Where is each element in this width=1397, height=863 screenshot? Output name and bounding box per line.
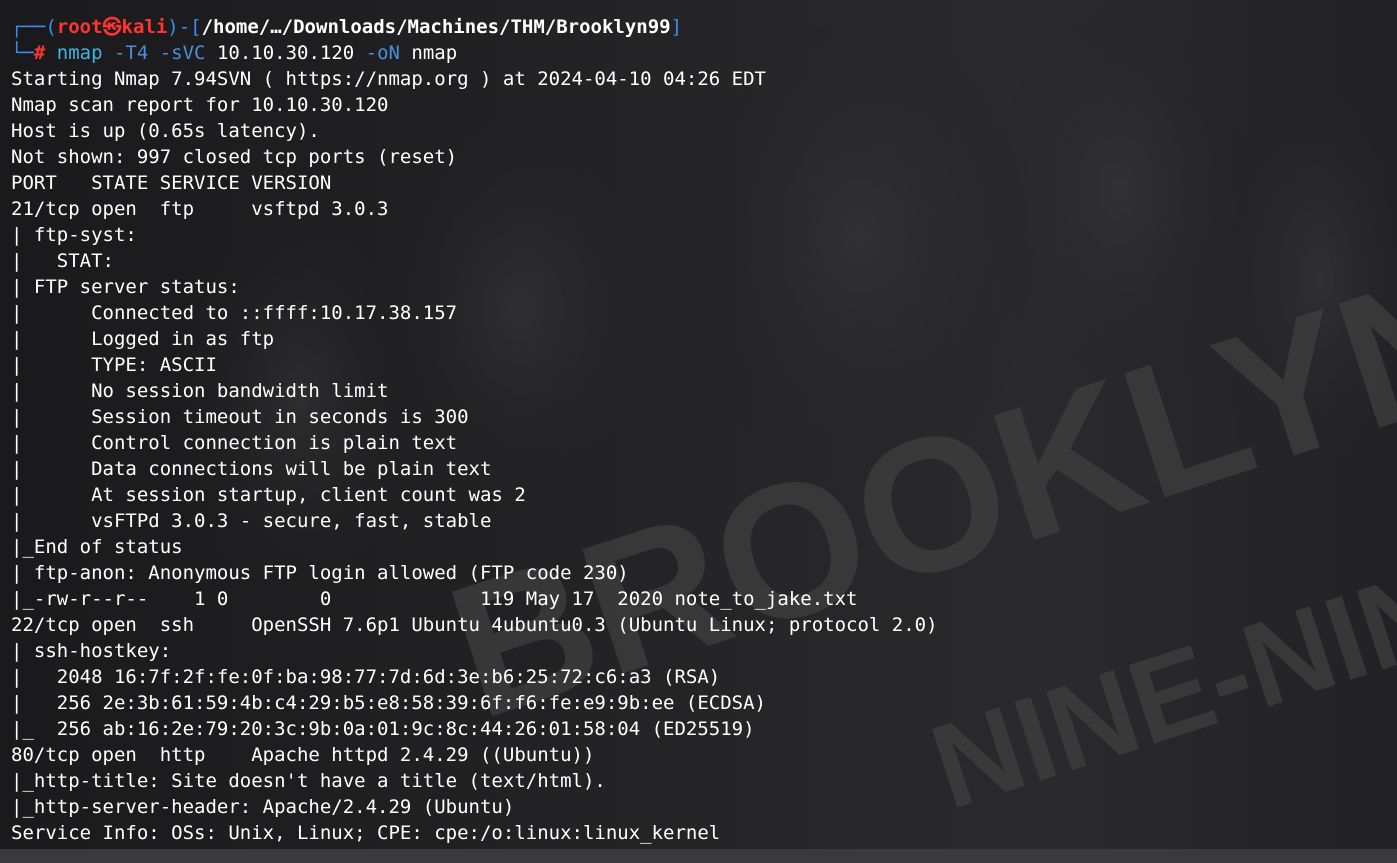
- prompt-frame-open: ┌──(: [11, 16, 57, 38]
- prompt-user: root㉿kali: [56, 16, 168, 38]
- terminal-output: ┌──(root㉿kali)-[/home/…/Downloads/Machin…: [11, 14, 938, 846]
- output-line: | vsFTPd 3.0.3 - secure, fast, stable: [11, 510, 492, 532]
- prompt-line-top: ┌──(root㉿kali)-[/home/…/Downloads/Machin…: [11, 14, 938, 40]
- partial-next-line: [0, 849, 1397, 863]
- output-line: | ftp-anon: Anonymous FTP login allowed …: [11, 562, 629, 584]
- prompt-frame-close: ]: [670, 16, 683, 38]
- output-line: |_http-title: Site doesn't have a title …: [11, 770, 606, 792]
- output-line: |_End of status: [11, 536, 183, 558]
- output-line: | 256 2e:3b:61:59:4b:c4:29:b5:e8:58:39:6…: [11, 692, 766, 714]
- output-line: | STAT:: [11, 250, 126, 272]
- output-line: 80/tcp open http Apache httpd 2.4.29 ((U…: [11, 744, 595, 766]
- prompt-frame-sep: )-[: [167, 16, 202, 38]
- output-line: PORT STATE SERVICE VERSION: [11, 172, 332, 194]
- output-line: | TYPE: ASCII: [11, 354, 217, 376]
- prompt-path: /home/…/Downloads/Machines/THM/Brooklyn9…: [201, 16, 671, 38]
- output-line: |_http-server-header: Apache/2.4.29 (Ubu…: [11, 796, 515, 818]
- output-line: | Logged in as ftp: [11, 328, 275, 350]
- output-line: | Session timeout in seconds is 300: [11, 406, 469, 428]
- terminal-window[interactable]: BROOKLYN NINE-NINE ┌──(root㉿kali)-[/home…: [0, 0, 1397, 863]
- output-line: |_-rw-r--r-- 1 0 0 119 May 17 2020 note_…: [11, 588, 858, 610]
- output-line: Starting Nmap 7.94SVN ( https://nmap.org…: [11, 68, 766, 90]
- output-line: 21/tcp open ftp vsftpd 3.0.3: [11, 198, 389, 220]
- command-name: nmap: [56, 42, 103, 64]
- output-line: | At session startup, client count was 2: [11, 484, 526, 506]
- prompt-line-command[interactable]: └─# nmap -T4 -sVC 10.10.30.120 -oN nmap: [11, 40, 938, 66]
- prompt-hash: #: [33, 42, 57, 64]
- output-line: | ssh-hostkey:: [11, 640, 183, 662]
- command-output-flag: -oN: [354, 42, 412, 64]
- output-line: Service Info: OSs: Unix, Linux; CPE: cpe…: [11, 822, 721, 844]
- output-line: | Control connection is plain text: [11, 432, 458, 454]
- output-line: 22/tcp open ssh OpenSSH 7.6p1 Ubuntu 4ub…: [11, 614, 938, 636]
- output-line: Not shown: 997 closed tcp ports (reset): [11, 146, 458, 168]
- output-line: | 2048 16:7f:2f:fe:0f:ba:98:77:7d:6d:3e:…: [11, 666, 721, 688]
- output-line: | ftp-syst:: [11, 224, 149, 246]
- prompt-frame-corner: └─: [11, 42, 34, 64]
- output-line: | Data connections will be plain text: [11, 458, 492, 480]
- output-line: |_ 256 ab:16:2e:79:20:3c:9b:0a:01:9c:8c:…: [11, 718, 755, 740]
- command-flags: -T4 -sVC: [102, 42, 217, 64]
- output-line: | No session bandwidth limit: [11, 380, 389, 402]
- command-target: 10.10.30.120: [216, 42, 355, 64]
- output-line: | FTP server status:: [11, 276, 240, 298]
- output-line: Host is up (0.65s latency).: [11, 120, 320, 142]
- command-output-file: nmap: [411, 42, 458, 64]
- output-line: Nmap scan report for 10.10.30.120: [11, 94, 389, 116]
- output-line: | Connected to ::ffff:10.17.38.157: [11, 302, 458, 324]
